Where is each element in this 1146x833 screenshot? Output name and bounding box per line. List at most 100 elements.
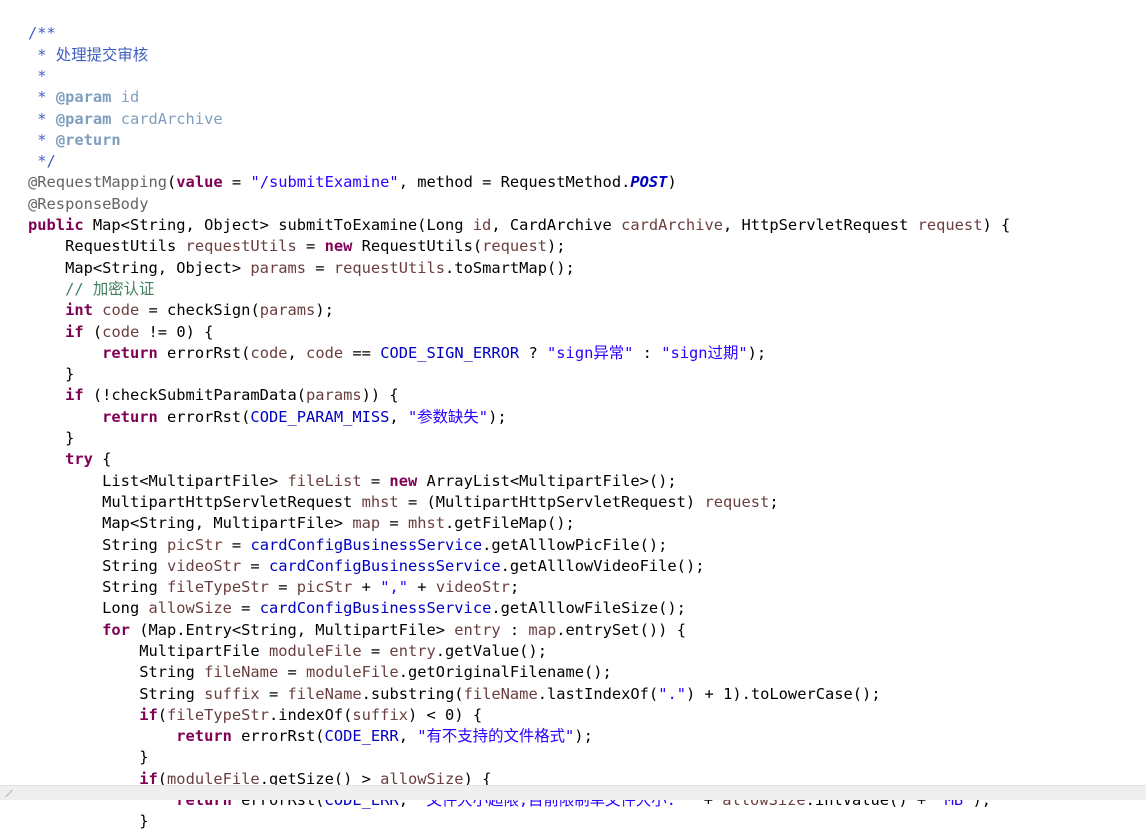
code-token: */ bbox=[28, 152, 56, 171]
code-token: .getAlllowVideoFile(); bbox=[500, 556, 705, 575]
code-line: return errorRst(CODE_PARAM_MISS, "参数缺失")… bbox=[28, 407, 1146, 428]
code-token: new bbox=[324, 237, 353, 256]
code-token: } bbox=[65, 429, 75, 448]
code-token: "参数缺失" bbox=[407, 407, 489, 426]
code-token: = bbox=[241, 556, 269, 575]
code-token: new bbox=[389, 471, 418, 490]
code-token: for bbox=[102, 620, 130, 639]
code-token: = bbox=[361, 471, 390, 490]
code-line: try { bbox=[28, 449, 1146, 470]
code-token: return bbox=[102, 343, 158, 362]
code-token: String bbox=[139, 663, 205, 682]
code-token: : bbox=[633, 343, 662, 362]
code-token: map bbox=[528, 620, 557, 639]
code-token: == bbox=[343, 343, 381, 362]
code-token: code bbox=[102, 301, 140, 320]
code-token: params bbox=[259, 301, 316, 320]
code-token: ); bbox=[574, 727, 593, 746]
code-token: request bbox=[482, 237, 547, 256]
code-line: } bbox=[28, 428, 1146, 449]
code-token: .getAlllowPicFile(); bbox=[482, 535, 668, 554]
code-token: if bbox=[65, 386, 84, 405]
code-token: = bbox=[268, 578, 297, 597]
code-token: List<MultipartFile> bbox=[102, 471, 288, 490]
code-line: String suffix = fileName.substring(fileN… bbox=[28, 684, 1146, 705]
code-line: @ResponseBody bbox=[28, 194, 1146, 215]
code-token: ( bbox=[157, 705, 168, 724]
code-token: = checkSign( bbox=[139, 301, 260, 320]
code-token: (Map.Entry<String, MultipartFile> bbox=[129, 620, 455, 639]
code-line: * bbox=[28, 66, 1146, 87]
code-token: request bbox=[917, 216, 983, 235]
code-token: * bbox=[28, 130, 56, 149]
code-token: map bbox=[352, 514, 381, 533]
code-token: picStr bbox=[167, 535, 223, 554]
code-token: ); bbox=[546, 237, 566, 256]
code-token: @param bbox=[55, 88, 112, 107]
code-token: @RequestMapping bbox=[28, 173, 167, 192]
code-token: request bbox=[704, 492, 770, 511]
code-token: fileTypeStr bbox=[167, 578, 269, 597]
code-token: "sign过期" bbox=[661, 343, 748, 362]
code-token: cardArchive bbox=[111, 109, 223, 128]
code-token: CODE_PARAM_MISS bbox=[250, 407, 390, 426]
code-line: MultipartFile moduleFile = entry.getValu… bbox=[28, 641, 1146, 662]
code-line: String picStr = cardConfigBusinessServic… bbox=[28, 535, 1146, 556]
code-token: } bbox=[65, 365, 75, 384]
code-token: int bbox=[65, 301, 93, 320]
code-token: ) { bbox=[982, 216, 1011, 235]
code-token: fileTypeStr bbox=[167, 705, 269, 724]
code-token: cardArchive bbox=[621, 216, 723, 235]
code-token: (!checkSubmitParamData( bbox=[83, 386, 307, 405]
code-line: String videoStr = cardConfigBusinessServ… bbox=[28, 556, 1146, 577]
code-token: moduleFile bbox=[268, 642, 362, 660]
source-code-text[interactable]: /** * 处理提交审核 * * @param id * @param card… bbox=[0, 19, 1146, 832]
code-token: , bbox=[389, 407, 408, 426]
code-line: * 处理提交审核 bbox=[28, 45, 1146, 66]
code-token: .getOriginalFilename(); bbox=[398, 663, 612, 682]
code-token: ) < 0) { bbox=[407, 705, 483, 724]
code-token: + bbox=[352, 578, 381, 597]
code-token: requestUtils bbox=[333, 258, 446, 277]
code-token: cardConfigBusinessService bbox=[259, 599, 492, 618]
code-token: ( bbox=[83, 322, 103, 341]
code-line: Map<String, MultipartFile> map = mhst.ge… bbox=[28, 513, 1146, 534]
code-token: ) + 1).toLowerCase(); bbox=[686, 684, 881, 703]
code-token: "有不支持的文件格式" bbox=[417, 727, 575, 746]
code-line: RequestUtils requestUtils = new RequestU… bbox=[28, 236, 1146, 257]
code-editor-viewport[interactable]: /** * 处理提交审核 * * @param id * @param card… bbox=[0, 0, 1146, 830]
code-token: ArrayList<MultipartFile>(); bbox=[417, 471, 677, 490]
code-token: @return bbox=[55, 130, 121, 149]
code-token: cardConfigBusinessService bbox=[268, 556, 501, 575]
code-token: * bbox=[28, 109, 56, 128]
code-line: * @return bbox=[28, 130, 1146, 151]
code-token: ; bbox=[769, 492, 779, 511]
code-line: */ bbox=[28, 151, 1146, 172]
code-token: != 0) { bbox=[139, 322, 214, 341]
code-token: , bbox=[287, 343, 307, 362]
code-token: .entrySet()) { bbox=[556, 620, 686, 639]
code-line: @RequestMapping(value = "/submitExamine"… bbox=[28, 172, 1146, 193]
code-token: "/submitExamine" bbox=[250, 173, 399, 192]
code-token: * bbox=[28, 66, 47, 85]
code-token: ); bbox=[747, 343, 767, 362]
code-token: @param bbox=[55, 109, 112, 128]
code-token: ); bbox=[488, 407, 507, 426]
code-line: Map<String, Object> params = requestUtil… bbox=[28, 258, 1146, 279]
code-token: code bbox=[102, 322, 140, 341]
